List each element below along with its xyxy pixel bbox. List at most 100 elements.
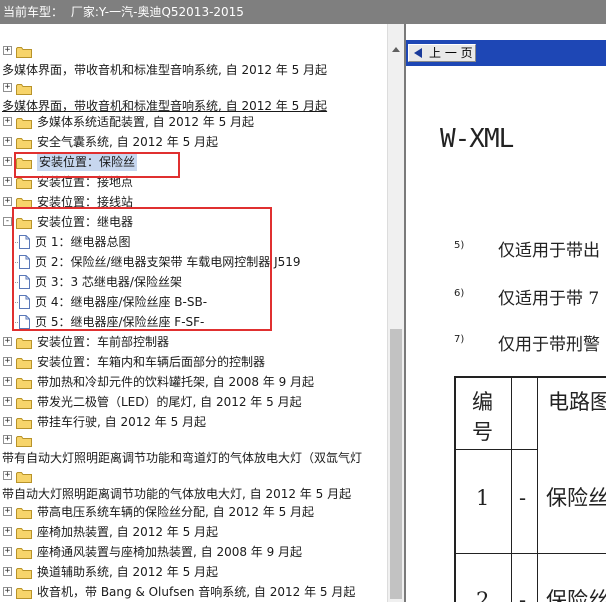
tree-item[interactable]: + 安装位置：车前部控制器 [0,333,387,351]
expand-icon[interactable]: + [3,197,12,206]
tree-item[interactable]: + 座椅通风装置与座椅加热装置, 自 2008 年 9 月起 [0,543,387,561]
expand-icon[interactable]: + [3,527,12,536]
tree-item-label: 安装位置：接地点 [37,175,134,189]
tree-panel: + 多媒体界面，带收音机和标准型音响系统, 自 2012 年 5 月起 + 多媒体界面… [0,24,387,602]
folder-icon [16,156,32,169]
tree-item[interactable]: + [0,79,387,97]
tree-item[interactable]: + 带高电压系统车辆的保险丝分配, 自 2012 年 5 月起 [0,503,387,521]
folder-icon [16,336,32,349]
folder-icon [16,116,32,129]
expand-icon[interactable]: + [3,46,12,55]
tree-item[interactable]: 页 1：继电器总图 [0,233,387,251]
tree-item[interactable]: + 座椅加热装置, 自 2012 年 5 月起 [0,523,387,541]
arrow-left-icon [414,48,422,58]
expand-icon[interactable]: + [3,83,12,92]
folder-icon [16,82,32,95]
tree-item-label: 安装位置：车箱内和车辆后面部分的控制器 [37,355,266,369]
table-row-text: 保险丝 [546,486,606,510]
folder-icon [16,566,32,579]
previous-page-label: 上 一 页 [429,46,473,60]
header-bar: 当前车型： 厂家:Y-一汽-奥迪Q52013-2015 [0,0,606,24]
scroll-up-arrow-icon[interactable] [388,42,404,58]
expand-icon[interactable]: + [3,397,12,406]
tree-item-label: 带挂车行驶, 自 2012 年 5 月起 [37,415,207,429]
tree-item[interactable]: + 安全气囊系统, 自 2012 年 5 月起 [0,133,387,151]
tree-item[interactable]: + [0,431,387,449]
document-icon [18,275,30,289]
tree-item[interactable]: 页 4：继电器座/保险丝座 B-SB- [0,293,387,311]
tree-item[interactable]: + 带挂车行驶, 自 2012 年 5 月起 [0,413,387,431]
folder-icon [16,136,32,149]
scroll-thumb[interactable] [390,329,402,599]
expand-icon[interactable]: + [3,567,12,576]
folder-icon [16,416,32,429]
expand-icon[interactable]: + [3,471,12,480]
tree-item[interactable]: + 收音机，带 Bang & Olufsen 音响系统, 自 2012 年 5 月… [0,583,387,601]
expand-icon[interactable]: + [3,357,12,366]
table-row-dash: - [519,486,527,510]
table-row-number: 1 [476,486,490,510]
tree-item-label[interactable]: 带有自动大灯照明距离调节功能和弯道灯的气体放电大灯（双氙气灯 [2,449,362,467]
folder-icon [16,176,32,189]
folder-icon [16,376,32,389]
folder-icon [16,356,32,369]
expand-icon[interactable]: + [3,547,12,556]
note-number: 5) [454,240,465,251]
folder-icon [16,546,32,559]
tree-item[interactable]: 页 5：继电器座/保险丝座 F-SF- [0,313,387,331]
tree-item[interactable]: + 换道辅助系统, 自 2012 年 5 月起 [0,563,387,581]
expand-icon[interactable]: + [3,435,12,444]
expand-icon[interactable]: + [3,417,12,426]
tree-item-label: 座椅加热装置, 自 2012 年 5 月起 [37,525,219,539]
expand-icon[interactable]: + [3,137,12,146]
tree-item[interactable]: 页 2：保险丝/继电器支架带 车载电网控制器 J519 [0,253,387,271]
tree-item-label: 页 4：继电器座/保险丝座 B-SB- [35,295,208,309]
tree-item[interactable]: + 带发光二极管（LED）的尾灯, 自 2012 年 5 月起 [0,393,387,411]
tree-item[interactable]: + 安装位置：车箱内和车辆后面部分的控制器 [0,353,387,371]
tree-item[interactable]: + 安装位置：保险丝 [0,153,387,171]
expand-icon[interactable]: + [3,177,12,186]
expand-icon[interactable]: + [3,507,12,516]
document-toolbar: 上 一 页 [406,40,606,66]
tree-item-label: 换道辅助系统, 自 2012 年 5 月起 [37,565,219,579]
note-number: 7) [454,334,465,345]
expand-icon[interactable]: + [3,337,12,346]
folder-icon [16,396,32,409]
folder-icon [16,506,32,519]
expand-icon[interactable]: + [3,117,12,126]
vehicle-label: 当前车型： [3,5,64,19]
table-header-number: 号 [472,420,493,444]
document-icon [18,235,30,249]
tree-item[interactable]: - 安装位置：继电器 [0,213,387,231]
expand-icon[interactable]: + [3,157,12,166]
tree-item[interactable]: + 带加热和冷却元件的饮料罐托架, 自 2008 年 9 月起 [0,373,387,391]
note-text: 仅用于带刑警 [498,335,600,355]
note-text: 仅适用于带 7 [498,289,600,309]
tree-item-label: 带高电压系统车辆的保险丝分配, 自 2012 年 5 月起 [37,505,315,519]
tree-item-label: 座椅通风装置与座椅加热装置, 自 2008 年 9 月起 [37,545,303,559]
table-cell [512,378,538,450]
note-number: 6) [454,288,465,299]
tree-item[interactable]: + [0,42,387,60]
tree-item[interactable]: 页 3：3 芯继电器/保险丝架 [0,273,387,291]
vehicle-value: 厂家:Y-一汽-奥迪Q52013-2015 [70,5,244,19]
tree-item[interactable]: + 安装位置：接线站 [0,193,387,211]
tree-item[interactable]: + [0,467,387,485]
collapse-icon[interactable]: - [3,217,12,226]
tree-scrollbar[interactable] [387,24,404,602]
expand-icon[interactable]: + [3,377,12,386]
tree-item-label: 安装位置：保险丝 [37,153,138,171]
folder-icon [16,586,32,599]
tree-item[interactable]: + 多媒体系统适配装置, 自 2012 年 5 月起 [0,113,387,131]
folder-icon [16,470,32,483]
circuit-table: 编 号 电路图 1 - 保险丝 2 - 保险丝 [454,376,606,602]
tree-item-label: 安装位置：接线站 [37,195,134,209]
expand-icon[interactable]: + [3,587,12,596]
folder-icon [16,216,32,229]
tree-item-label[interactable]: 带自动大灯照明距离调节功能的气体放电大灯, 自 2012 年 5 月起 [2,485,351,503]
tree-item-label: 页 2：保险丝/继电器支架带 车载电网控制器 J519 [35,255,301,269]
tree-item-label[interactable]: 多媒体界面，带收音机和标准型音响系统, 自 2012 年 5 月起 [2,61,327,79]
tree-item[interactable]: + 安装位置：接地点 [0,173,387,191]
table-row-number: 2 [476,588,490,602]
previous-page-button[interactable]: 上 一 页 [408,44,476,62]
